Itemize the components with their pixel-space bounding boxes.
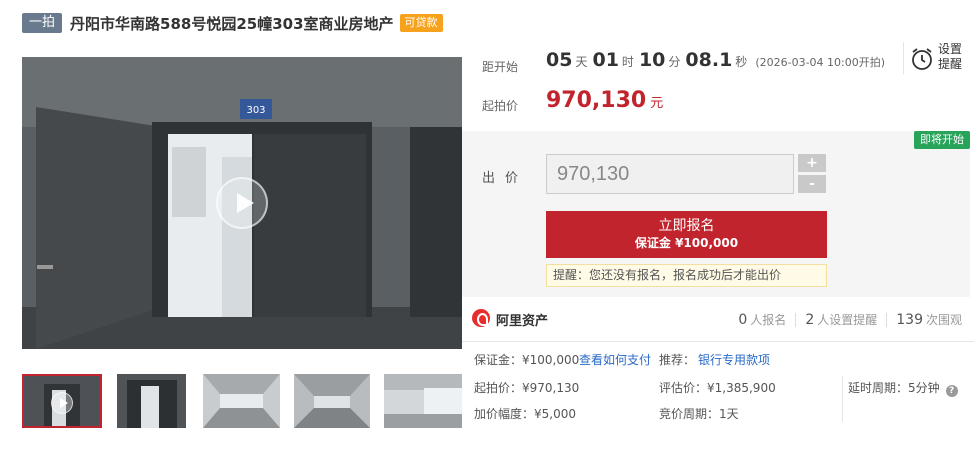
- signup-count: 0: [738, 312, 748, 328]
- status-badge: 即将开始: [914, 131, 970, 149]
- signup-button[interactable]: 立即报名 保证金 ¥100,000: [546, 211, 827, 258]
- door-number-text: 303: [246, 105, 265, 116]
- bid-label: 出价: [482, 171, 529, 186]
- thumbnail-image[interactable]: [384, 374, 462, 428]
- thumbnail-image[interactable]: [203, 374, 280, 428]
- play-video-button[interactable]: [216, 177, 268, 229]
- thumbnail-image[interactable]: [294, 374, 370, 428]
- thumbnail-strip: [22, 374, 462, 430]
- thumbnail-play-icon: [51, 392, 73, 414]
- increase-bid-button[interactable]: +: [798, 154, 826, 172]
- reminder-count: 2: [805, 312, 815, 328]
- recommend-label: 推荐：: [659, 353, 696, 367]
- auction-start-time: (2026-03-04 10:00开拍): [755, 56, 886, 69]
- loan-available-badge[interactable]: 可贷款: [399, 14, 443, 32]
- signup-count-label: 人报名: [750, 313, 787, 327]
- help-icon[interactable]: ?: [945, 385, 958, 397]
- decrease-bid-button[interactable]: -: [798, 175, 826, 193]
- start-price-amount: 970,130: [546, 88, 647, 113]
- view-count: 139: [896, 312, 923, 328]
- auction-round-tag: 一拍: [22, 13, 63, 33]
- divider: [842, 376, 843, 422]
- valuation-detail: 评估价：¥1,385,900: [659, 381, 776, 395]
- delay-period-detail: 延时周期：5分钟?: [848, 379, 958, 397]
- start-price: 970,130 元: [546, 88, 663, 113]
- bid-period-detail: 竞价周期：1天: [659, 407, 739, 421]
- view-count-label: 次围观: [925, 313, 962, 327]
- deposit-info: 保证金：¥100,000: [474, 353, 580, 367]
- countdown-minutes-unit: 分: [668, 55, 681, 69]
- start-price-label: 起拍价: [482, 99, 519, 113]
- title-row: 一拍 丹阳市华南路588号悦园25幢303室商业房地产 可贷款: [22, 12, 443, 34]
- auction-detail-page: 一拍 丹阳市华南路588号悦园25幢303室商业房地产 可贷款 303 距开始 …: [0, 0, 974, 466]
- alarm-clock-icon: [912, 48, 932, 70]
- countdown-label: 距开始: [482, 60, 519, 74]
- thumbnail-video[interactable]: [22, 374, 102, 428]
- signup-button-label: 立即报名: [658, 218, 715, 234]
- start-price-detail: 起拍价：¥970,130: [474, 381, 580, 395]
- countdown-days-unit: 天: [575, 55, 588, 69]
- set-reminder-button[interactable]: 设置 提醒: [903, 42, 965, 74]
- bid-panel: 即将开始 出价 970,130 + - 立即报名 保证金 ¥100,000 提醒…: [462, 131, 970, 297]
- platform-name[interactable]: 阿里资产: [496, 310, 548, 329]
- ali-asset-logo-icon: [472, 309, 490, 327]
- countdown-seconds-unit: 秒: [735, 55, 748, 69]
- auction-info-panel: 距开始 05 天 01 时 10 分 08.1 秒 (2026-03-04 10…: [462, 40, 974, 130]
- countdown-minutes: 10: [638, 49, 666, 71]
- countdown-days: 05: [546, 49, 573, 71]
- auction-stats: 0 人报名 2 人设置提醒 139 次围观: [738, 311, 962, 328]
- increment-detail: 加价幅度：¥5,000: [474, 407, 576, 421]
- start-price-unit: 元: [650, 96, 664, 111]
- thumbnail-image[interactable]: [117, 374, 186, 428]
- countdown-hours-unit: 时: [621, 55, 634, 69]
- signup-deposit-label: 保证金 ¥100,000: [634, 236, 739, 250]
- reminder-count-label: 人设置提醒: [817, 313, 878, 327]
- countdown-hours: 01: [592, 49, 619, 71]
- page-title: 丹阳市华南路588号悦园25幢303室商业房地产: [70, 14, 394, 33]
- how-to-pay-link[interactable]: 查看如何支付: [579, 351, 651, 368]
- countdown-timer: 05 天 01 时 10 分 08.1 秒 (2026-03-04 10:00开…: [546, 49, 885, 71]
- bank-payment-link[interactable]: 银行专用款项: [698, 351, 770, 368]
- bid-amount-input[interactable]: 970,130: [546, 154, 794, 194]
- set-reminder-label: 设置 提醒: [938, 42, 963, 71]
- main-photo-video[interactable]: 303: [22, 57, 462, 349]
- countdown-seconds: 08.1: [685, 49, 733, 71]
- signup-notice: 提醒：您还没有报名，报名成功后才能出价: [546, 264, 827, 287]
- platform-row: 阿里资产 0 人报名 2 人设置提醒 139 次围观: [462, 298, 974, 342]
